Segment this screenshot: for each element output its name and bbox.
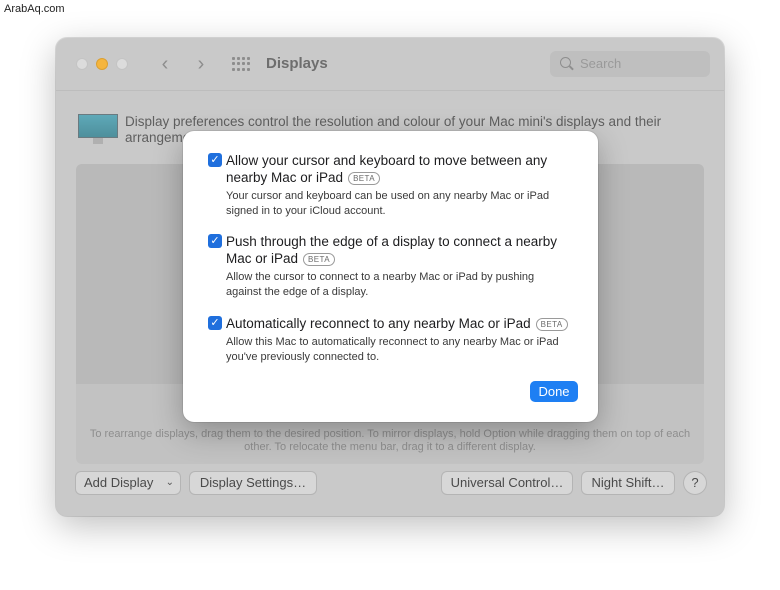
add-display-label: Add Display bbox=[84, 475, 154, 490]
beta-badge: BETA bbox=[348, 172, 380, 185]
option-title-text: Automatically reconnect to any nearby Ma… bbox=[226, 316, 531, 331]
universal-control-sheet: ✓ Allow your cursor and keyboard to move… bbox=[183, 131, 598, 422]
add-display-popup-button[interactable]: Add Display ⌄ bbox=[76, 472, 180, 494]
cursor-keyboard-checkbox[interactable]: ✓ bbox=[208, 153, 222, 167]
beta-badge: BETA bbox=[303, 253, 335, 266]
option-title-text: Allow your cursor and keyboard to move b… bbox=[226, 153, 548, 185]
minimize-window-button[interactable] bbox=[96, 58, 108, 70]
help-button[interactable]: ? bbox=[684, 472, 706, 494]
option-title[interactable]: Allow your cursor and keyboard to move b… bbox=[226, 152, 571, 186]
night-shift-button[interactable]: Night Shift… bbox=[582, 472, 674, 494]
option-description: Allow the cursor to connect to a nearby … bbox=[226, 271, 535, 298]
watermark-text: ArabAq.com bbox=[4, 3, 65, 15]
back-chevron-icon[interactable]: ‹ bbox=[154, 52, 176, 76]
search-field[interactable]: Search bbox=[550, 51, 710, 77]
option-description: Your cursor and keyboard can be used on … bbox=[226, 190, 550, 217]
option-description: Allow this Mac to automatically reconnec… bbox=[226, 336, 559, 363]
beta-badge: BETA bbox=[535, 318, 568, 331]
window-title: Displays bbox=[266, 55, 328, 72]
search-placeholder: Search bbox=[580, 56, 622, 71]
option-title[interactable]: Automatically reconnect to any nearby Ma… bbox=[226, 315, 571, 332]
done-button[interactable]: Done bbox=[530, 381, 578, 402]
forward-chevron-icon[interactable]: › bbox=[190, 52, 212, 76]
close-window-button[interactable] bbox=[76, 58, 88, 70]
arrangement-hint: To rearrange displays, drag them to the … bbox=[89, 428, 691, 453]
option-title[interactable]: Push through the edge of a display to co… bbox=[226, 233, 571, 267]
universal-control-button[interactable]: Universal Control… bbox=[442, 472, 572, 494]
auto-reconnect-checkbox[interactable]: ✓ bbox=[208, 316, 222, 330]
option-title-text: Push through the edge of a display to co… bbox=[226, 234, 557, 266]
search-icon bbox=[560, 57, 571, 68]
show-all-grid-icon[interactable] bbox=[232, 57, 250, 71]
zoom-window-button[interactable] bbox=[116, 58, 128, 70]
window-titlebar: ‹ › Displays Search bbox=[56, 38, 724, 91]
display-settings-button[interactable]: Display Settings… bbox=[190, 472, 316, 494]
display-monitor-icon bbox=[78, 114, 118, 144]
chevron-down-icon: ⌄ bbox=[165, 477, 174, 488]
push-through-checkbox[interactable]: ✓ bbox=[208, 234, 222, 248]
